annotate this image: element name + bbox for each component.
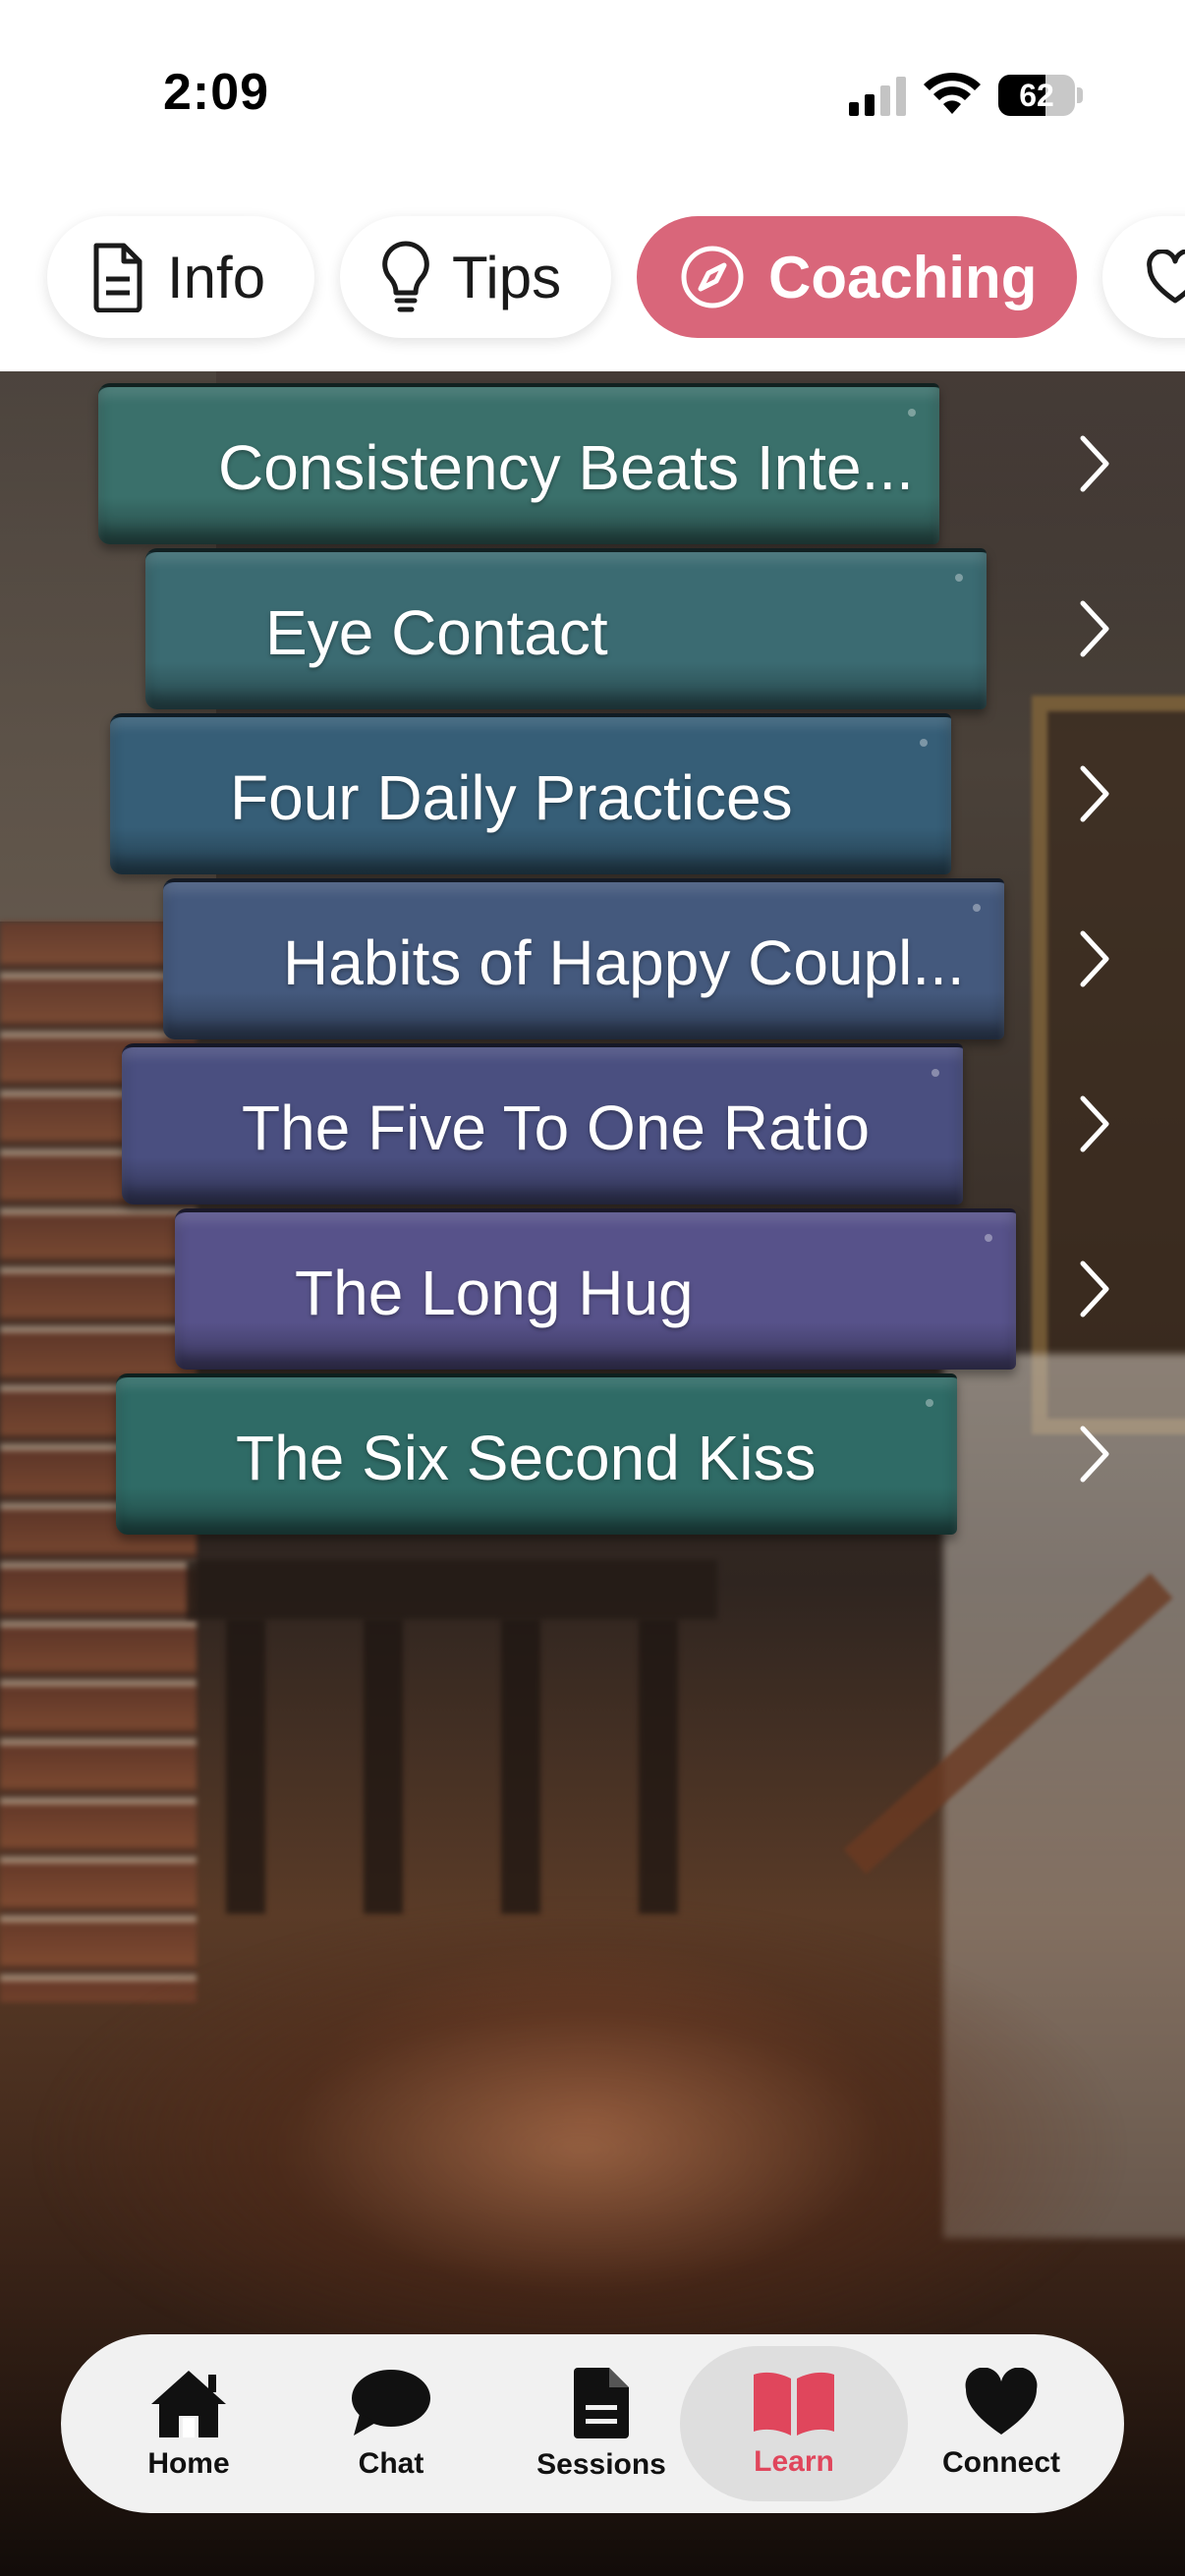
heart-icon xyxy=(1147,250,1185,304)
nav-sessions-label: Sessions xyxy=(536,2448,666,2481)
tab-coaching-label: Coaching xyxy=(768,244,1038,310)
tab-tips-label: Tips xyxy=(452,244,562,310)
chevron-right-icon[interactable] xyxy=(1075,1423,1114,1485)
chat-bubble-icon xyxy=(352,2370,430,2436)
lightbulb-icon xyxy=(382,241,429,312)
nav-learn-label: Learn xyxy=(754,2445,834,2478)
lesson-title: Consistency Beats Inte... xyxy=(218,432,914,503)
chevron-right-icon[interactable] xyxy=(1075,597,1114,660)
home-icon xyxy=(151,2371,226,2437)
nav-sessions[interactable]: Sessions xyxy=(523,2334,680,2513)
lesson-title: Habits of Happy Coupl... xyxy=(283,927,965,998)
lesson-item[interactable]: Consistency Beats Inte... xyxy=(98,383,939,544)
lesson-item[interactable]: Four Daily Practices xyxy=(110,713,951,874)
nav-chat[interactable]: Chat xyxy=(332,2334,450,2513)
document-icon xyxy=(574,2368,629,2438)
status-time: 2:09 xyxy=(163,64,270,121)
lesson-item[interactable]: The Five To One Ratio xyxy=(122,1043,963,1204)
bottom-nav: Home Chat Sessions Learn Connect xyxy=(61,2334,1124,2513)
tab-coaching[interactable]: Coaching xyxy=(637,216,1077,338)
cellular-signal-icon xyxy=(849,77,906,116)
lesson-item[interactable]: Habits of Happy Coupl... xyxy=(163,878,1004,1039)
battery-percent: 62 xyxy=(1019,78,1054,113)
compass-icon xyxy=(681,246,744,308)
category-tabs: Info Tips Coaching xyxy=(0,206,1185,371)
chevron-right-icon[interactable] xyxy=(1075,927,1114,990)
tab-info[interactable]: Info xyxy=(47,216,314,338)
lesson-title: The Six Second Kiss xyxy=(236,1423,817,1493)
lesson-title: Eye Contact xyxy=(265,597,608,668)
heart-icon xyxy=(965,2368,1038,2435)
lesson-item[interactable]: The Long Hug xyxy=(175,1208,1016,1370)
status-bar: 2:09 62 xyxy=(0,0,1185,206)
lesson-title: The Five To One Ratio xyxy=(242,1092,871,1163)
chevron-right-icon[interactable] xyxy=(1075,1092,1114,1155)
document-icon xyxy=(93,243,142,312)
tab-info-label: Info xyxy=(167,244,266,310)
lesson-title: Four Daily Practices xyxy=(230,762,793,833)
chevron-right-icon[interactable] xyxy=(1075,762,1114,825)
open-book-icon xyxy=(754,2372,834,2436)
wifi-icon xyxy=(924,72,981,114)
nav-home-label: Home xyxy=(147,2447,230,2480)
lesson-item[interactable]: Eye Contact xyxy=(145,548,987,709)
chevron-right-icon[interactable] xyxy=(1075,1258,1114,1320)
nav-learn[interactable]: Learn xyxy=(735,2334,853,2513)
nav-connect[interactable]: Connect xyxy=(928,2334,1075,2513)
nav-chat-label: Chat xyxy=(358,2447,424,2480)
tab-favorites[interactable] xyxy=(1102,216,1185,338)
battery-icon: 62 xyxy=(998,75,1083,116)
chevron-right-icon[interactable] xyxy=(1075,432,1114,495)
tab-tips[interactable]: Tips xyxy=(340,216,611,338)
nav-connect-label: Connect xyxy=(942,2446,1060,2479)
lesson-item[interactable]: The Six Second Kiss xyxy=(116,1373,957,1535)
nav-home[interactable]: Home xyxy=(130,2334,248,2513)
lesson-title: The Long Hug xyxy=(295,1258,694,1328)
